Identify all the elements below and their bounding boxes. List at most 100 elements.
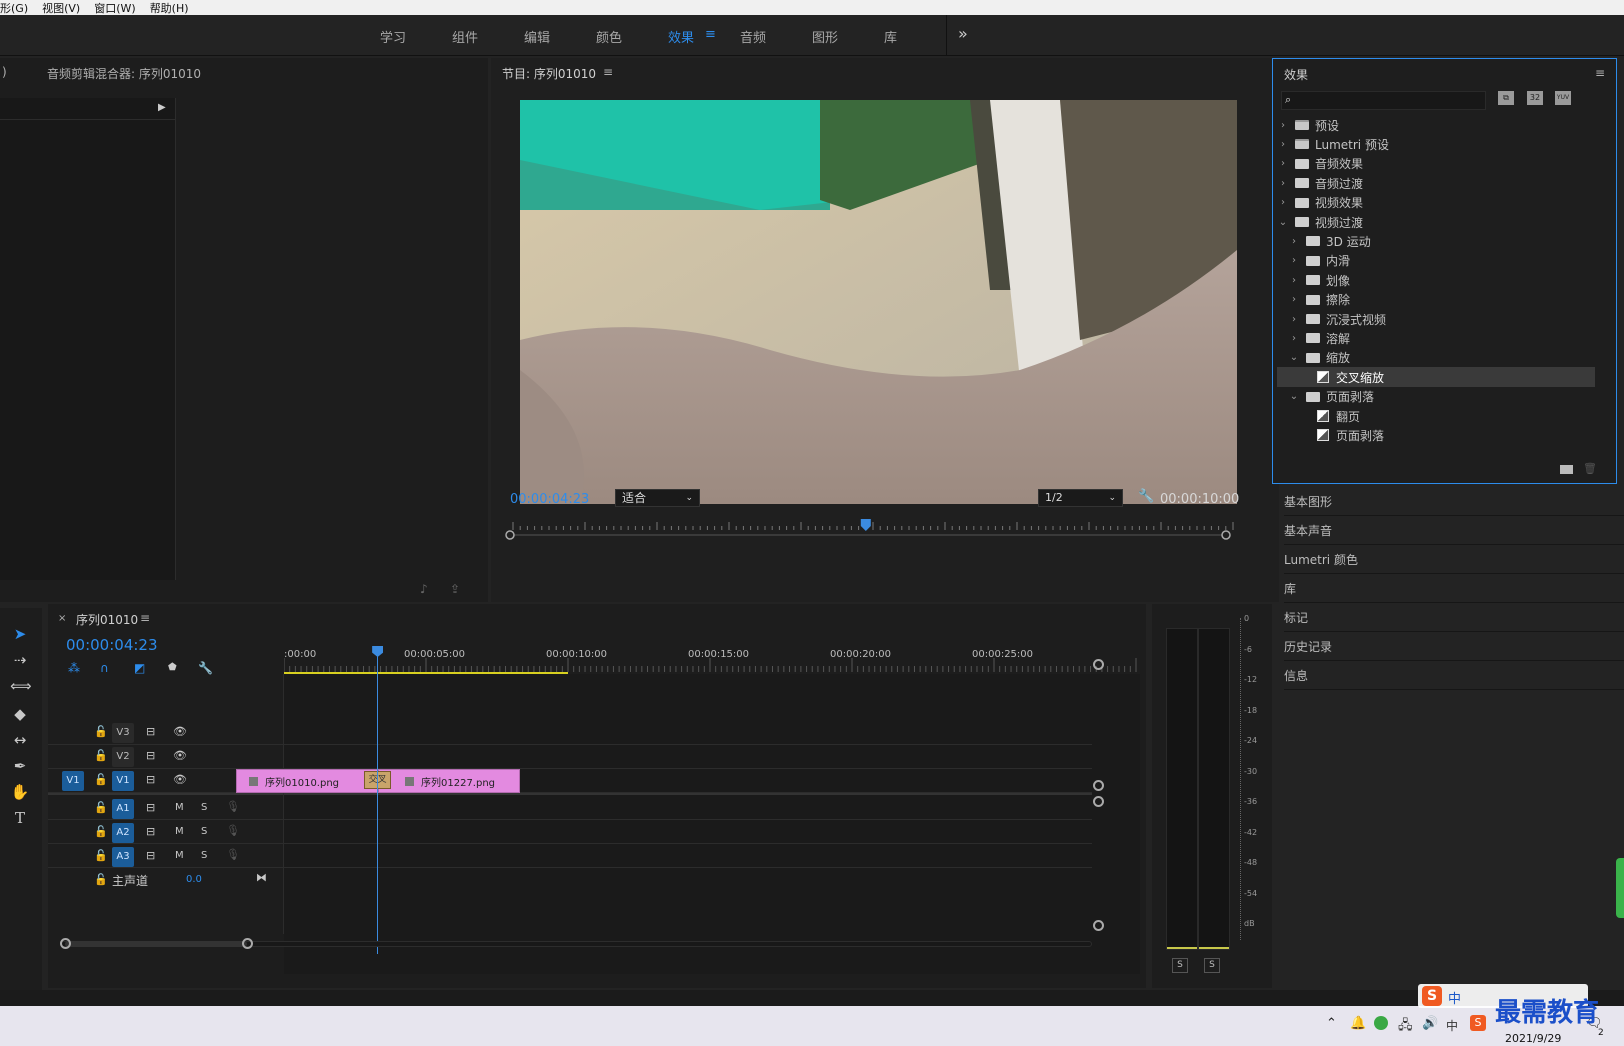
razor-tool-icon[interactable]: ◆ bbox=[10, 704, 30, 724]
nest-snap-icon[interactable]: ⁂ bbox=[68, 661, 80, 675]
effects-tree-item[interactable]: 页面剥落 bbox=[1277, 425, 1595, 445]
track-target-V2[interactable]: V2 bbox=[112, 747, 134, 767]
workspace-tab[interactable]: 学习 bbox=[380, 27, 406, 46]
chevron-right-icon[interactable]: › bbox=[1288, 275, 1300, 286]
source-patch-v1[interactable]: V1 bbox=[62, 771, 84, 791]
meter-solo-right-button[interactable]: S bbox=[1204, 958, 1220, 973]
sync-lock-icon[interactable]: ⊟ bbox=[146, 849, 155, 862]
program-current-time[interactable]: 00:00:04:23 bbox=[510, 492, 589, 507]
v-scroll-top-handle[interactable] bbox=[1093, 659, 1104, 670]
effects-tree-item[interactable]: › Lumetri 预设 bbox=[1277, 134, 1595, 154]
timeline-menu-icon[interactable]: ≡ bbox=[140, 611, 150, 625]
effects-tree-item[interactable]: 交叉缩放 bbox=[1277, 367, 1595, 388]
chevron-right-icon[interactable]: › bbox=[1288, 294, 1300, 305]
microphone-icon[interactable]: 🎙 bbox=[226, 800, 240, 813]
mixer-export-icon[interactable]: ⇪ bbox=[450, 582, 460, 596]
h-scrollbar-thumb[interactable] bbox=[65, 941, 247, 947]
effects-search-field[interactable]: ⌕ bbox=[1281, 91, 1486, 110]
show-hidden-icons-chevron-icon[interactable]: ⌃ bbox=[1326, 1016, 1337, 1031]
workspace-tab[interactable]: 编辑 bbox=[524, 27, 550, 46]
fit-select[interactable]: 适合 ⌄ bbox=[615, 489, 700, 507]
h-scroll-right-handle[interactable] bbox=[242, 938, 253, 949]
eye-icon[interactable]: 👁 bbox=[173, 725, 187, 738]
slip-tool-icon[interactable]: ↔ bbox=[10, 730, 30, 750]
snap-magnet-icon[interactable]: ∩ bbox=[100, 661, 109, 675]
effects-tree-item[interactable]: ⌄ 缩放 bbox=[1277, 348, 1595, 368]
chevron-right-icon[interactable]: › bbox=[1288, 236, 1300, 247]
timeline-clip[interactable]: 序列01010.png bbox=[236, 769, 378, 793]
chevron-right-icon[interactable]: › bbox=[1277, 120, 1289, 131]
side-panel-tab[interactable]: 标记 bbox=[1284, 604, 1624, 632]
side-panel-tab[interactable]: 基本图形 bbox=[1284, 488, 1624, 516]
v-scroll-mid-handle[interactable] bbox=[1093, 780, 1104, 791]
menu-item[interactable]: 视图(V) bbox=[42, 0, 80, 16]
side-panel-tab[interactable]: 信息 bbox=[1284, 662, 1624, 690]
chevron-right-icon[interactable]: › bbox=[1288, 314, 1300, 325]
effects-tree-item[interactable]: › 沉浸式视频 bbox=[1277, 309, 1595, 329]
ripple-edit-tool-icon[interactable]: ⟺ bbox=[10, 676, 32, 696]
chevron-right-icon[interactable]: › bbox=[1277, 158, 1289, 169]
chevron-down-icon[interactable]: ⌄ bbox=[1288, 391, 1300, 402]
effects-tree-item[interactable]: 翻页 bbox=[1277, 406, 1595, 426]
lock-icon[interactable]: 🔓 bbox=[94, 849, 108, 862]
chevron-right-icon[interactable]: › bbox=[1288, 255, 1300, 266]
timeline-timecode[interactable]: 00:00:04:23 bbox=[66, 636, 158, 654]
timeline-clip[interactable]: 序列01227.png bbox=[378, 769, 520, 793]
program-monitor-title[interactable]: 节目: 序列01010 bbox=[502, 65, 596, 82]
mute-button[interactable]: M bbox=[175, 802, 184, 813]
lock-icon[interactable]: 🔓 bbox=[94, 825, 108, 838]
ime-icon[interactable]: 中 bbox=[1446, 1017, 1458, 1034]
lock-icon[interactable]: 🔓 bbox=[94, 749, 108, 762]
workspace-tab[interactable]: 组件 bbox=[452, 27, 478, 46]
accelerated-effects-icon[interactable]: ⧉ bbox=[1498, 91, 1514, 105]
workspace-tab[interactable]: 图形 bbox=[812, 27, 838, 46]
effects-tree-item[interactable]: ⌄ 视频过渡 bbox=[1277, 212, 1595, 232]
expand-right-icon[interactable]: ▶ bbox=[158, 102, 166, 113]
track-select-tool-icon[interactable]: ⇢ bbox=[10, 650, 30, 670]
audio-mixer-title[interactable]: 音频剪辑混合器: 序列01010 bbox=[47, 65, 201, 82]
taskbar-date[interactable]: 2021/9/29 bbox=[1505, 1032, 1561, 1045]
type-tool-icon[interactable]: T bbox=[10, 808, 30, 828]
track-target-A3[interactable]: A3 bbox=[112, 847, 134, 867]
mixer-record-icon[interactable]: ♪ bbox=[420, 582, 428, 596]
workspace-tab[interactable]: 颜色 bbox=[596, 27, 622, 46]
new-bin-icon[interactable] bbox=[1560, 465, 1573, 474]
timeline-close-icon[interactable]: × bbox=[58, 613, 66, 624]
sync-lock-icon[interactable]: ⊟ bbox=[146, 749, 155, 762]
chevron-down-icon[interactable]: ⌄ bbox=[1288, 352, 1300, 363]
solo-button[interactable]: S bbox=[201, 826, 207, 837]
volume-icon[interactable]: 🔊 bbox=[1422, 1016, 1438, 1031]
sogou-ime-icon[interactable]: S bbox=[1470, 1015, 1486, 1031]
effects-tree-item[interactable]: › 音频过渡 bbox=[1277, 173, 1595, 193]
eye-icon[interactable]: 👁 bbox=[173, 773, 187, 786]
workspace-tab[interactable]: 库 bbox=[884, 27, 897, 46]
track-target-A1[interactable]: A1 bbox=[112, 799, 134, 819]
settings-wrench-icon[interactable]: 🔧 bbox=[1138, 489, 1154, 504]
side-panel-tab[interactable]: 历史记录 bbox=[1284, 633, 1624, 661]
chevron-down-icon[interactable]: ⌄ bbox=[1277, 217, 1289, 228]
side-panel-tab[interactable]: 库 bbox=[1284, 575, 1624, 603]
menu-item[interactable]: 形(G) bbox=[0, 0, 28, 16]
effects-tree-item[interactable]: › 音频效果 bbox=[1277, 154, 1595, 174]
add-marker-icon[interactable]: ⬟ bbox=[168, 662, 177, 673]
effects-tree-item[interactable]: › 划像 bbox=[1277, 270, 1595, 290]
mute-button[interactable]: M bbox=[175, 826, 184, 837]
effects-tree-item[interactable]: ⌄ 页面剥落 bbox=[1277, 387, 1595, 407]
selection-tool-icon[interactable]: ➤ bbox=[10, 624, 30, 644]
effects-search-input[interactable] bbox=[1300, 93, 1480, 108]
effects-menu-icon[interactable]: ≡ bbox=[1595, 66, 1605, 80]
timeline-settings-wrench-icon[interactable]: 🔧 bbox=[198, 661, 213, 675]
yuv-effects-icon[interactable]: YUV bbox=[1555, 91, 1571, 105]
microphone-icon[interactable]: 🎙 bbox=[226, 848, 240, 861]
tray-app-icon[interactable] bbox=[1374, 1016, 1388, 1030]
meter-solo-left-button[interactable]: S bbox=[1172, 958, 1188, 973]
effects-tree-item[interactable]: › 预设 bbox=[1277, 115, 1595, 135]
chevron-right-icon[interactable]: › bbox=[1277, 197, 1289, 208]
workspace-tab[interactable]: 音频 bbox=[740, 27, 766, 46]
32-bit-color-icon[interactable]: 32 bbox=[1527, 91, 1543, 105]
sync-lock-icon[interactable]: ⊟ bbox=[146, 825, 155, 838]
sync-lock-icon[interactable]: ⊟ bbox=[146, 725, 155, 738]
lock-icon[interactable]: 🔓 bbox=[94, 773, 108, 786]
microphone-icon[interactable]: 🎙 bbox=[226, 824, 240, 837]
lock-icon[interactable]: 🔓 bbox=[94, 873, 108, 886]
